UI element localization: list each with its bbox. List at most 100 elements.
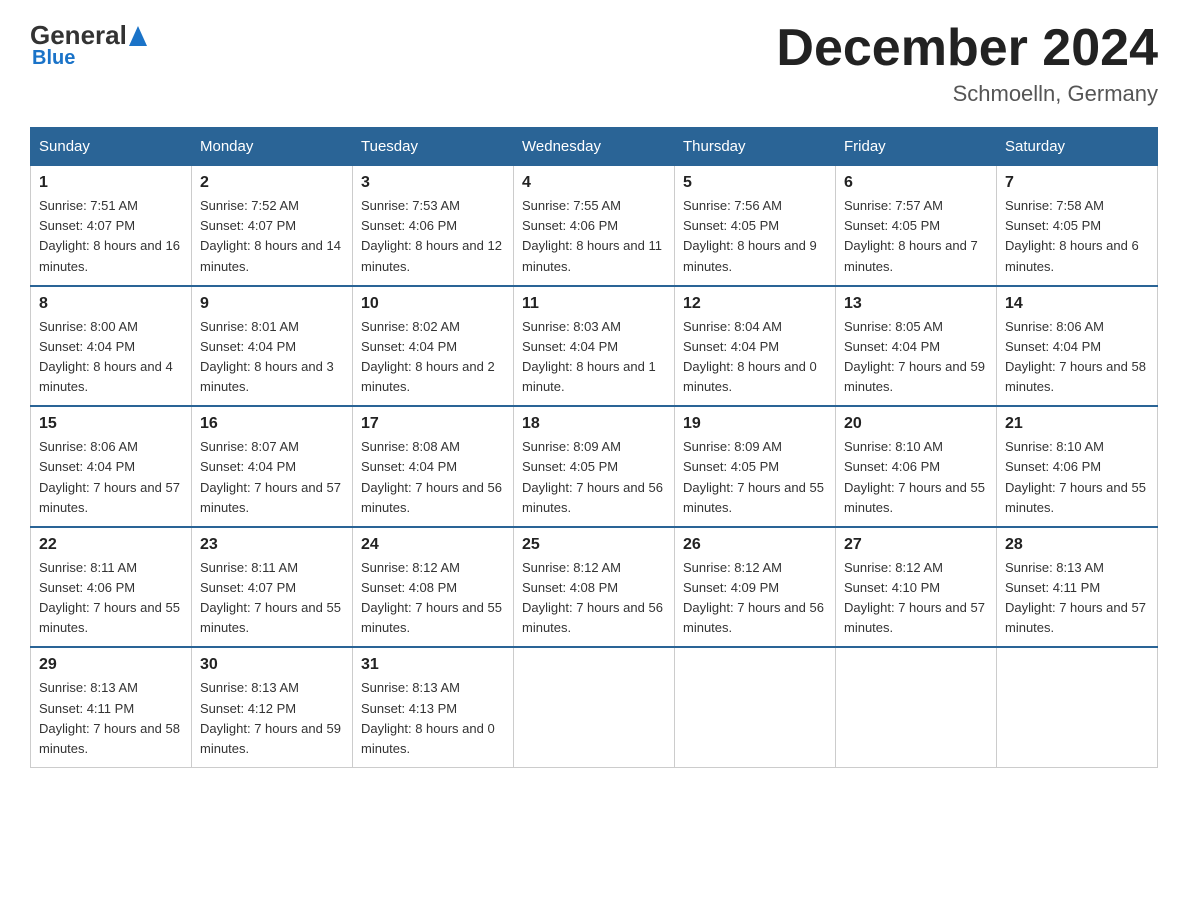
calendar-cell: 18 Sunrise: 8:09 AMSunset: 4:05 PMDaylig…: [514, 406, 675, 527]
calendar-cell: 6 Sunrise: 7:57 AMSunset: 4:05 PMDayligh…: [836, 166, 997, 286]
calendar-cell: 4 Sunrise: 7:55 AMSunset: 4:06 PMDayligh…: [514, 166, 675, 286]
location-title: Schmoelln, Germany: [776, 81, 1158, 107]
calendar-week-row: 8 Sunrise: 8:00 AMSunset: 4:04 PMDayligh…: [31, 286, 1158, 407]
logo: General Blue: [30, 20, 149, 70]
day-number: 27: [844, 536, 988, 554]
day-info: Sunrise: 8:07 AMSunset: 4:04 PMDaylight:…: [200, 439, 341, 514]
day-info: Sunrise: 8:00 AMSunset: 4:04 PMDaylight:…: [39, 319, 173, 394]
day-number: 1: [39, 174, 183, 192]
title-area: December 2024 Schmoelln, Germany: [776, 20, 1158, 107]
calendar-week-row: 1 Sunrise: 7:51 AMSunset: 4:07 PMDayligh…: [31, 166, 1158, 286]
calendar-cell: [836, 647, 997, 767]
calendar-cell: 14 Sunrise: 8:06 AMSunset: 4:04 PMDaylig…: [997, 286, 1158, 407]
day-number: 14: [1005, 295, 1149, 313]
day-number: 7: [1005, 174, 1149, 192]
calendar-cell: 28 Sunrise: 8:13 AMSunset: 4:11 PMDaylig…: [997, 527, 1158, 648]
day-number: 17: [361, 415, 505, 433]
day-info: Sunrise: 8:09 AMSunset: 4:05 PMDaylight:…: [522, 439, 663, 514]
calendar-cell: 11 Sunrise: 8:03 AMSunset: 4:04 PMDaylig…: [514, 286, 675, 407]
day-number: 6: [844, 174, 988, 192]
day-number: 9: [200, 295, 344, 313]
calendar-cell: 17 Sunrise: 8:08 AMSunset: 4:04 PMDaylig…: [353, 406, 514, 527]
day-info: Sunrise: 8:13 AMSunset: 4:11 PMDaylight:…: [39, 680, 180, 755]
calendar-week-row: 29 Sunrise: 8:13 AMSunset: 4:11 PMDaylig…: [31, 647, 1158, 767]
calendar-cell: 16 Sunrise: 8:07 AMSunset: 4:04 PMDaylig…: [192, 406, 353, 527]
day-info: Sunrise: 8:12 AMSunset: 4:08 PMDaylight:…: [361, 560, 502, 635]
day-info: Sunrise: 7:58 AMSunset: 4:05 PMDaylight:…: [1005, 198, 1139, 273]
day-info: Sunrise: 7:53 AMSunset: 4:06 PMDaylight:…: [361, 198, 502, 273]
calendar-cell: 27 Sunrise: 8:12 AMSunset: 4:10 PMDaylig…: [836, 527, 997, 648]
day-info: Sunrise: 8:09 AMSunset: 4:05 PMDaylight:…: [683, 439, 824, 514]
day-info: Sunrise: 8:10 AMSunset: 4:06 PMDaylight:…: [844, 439, 985, 514]
calendar-cell: [997, 647, 1158, 767]
calendar-cell: 25 Sunrise: 8:12 AMSunset: 4:08 PMDaylig…: [514, 527, 675, 648]
calendar-cell: 8 Sunrise: 8:00 AMSunset: 4:04 PMDayligh…: [31, 286, 192, 407]
day-number: 28: [1005, 536, 1149, 554]
calendar-cell: 1 Sunrise: 7:51 AMSunset: 4:07 PMDayligh…: [31, 166, 192, 286]
day-info: Sunrise: 8:11 AMSunset: 4:06 PMDaylight:…: [39, 560, 180, 635]
calendar-cell: 20 Sunrise: 8:10 AMSunset: 4:06 PMDaylig…: [836, 406, 997, 527]
day-info: Sunrise: 8:12 AMSunset: 4:10 PMDaylight:…: [844, 560, 985, 635]
day-number: 24: [361, 536, 505, 554]
day-number: 20: [844, 415, 988, 433]
page-header: General Blue December 2024 Schmoelln, Ge…: [30, 20, 1158, 107]
day-number: 21: [1005, 415, 1149, 433]
day-info: Sunrise: 8:13 AMSunset: 4:13 PMDaylight:…: [361, 680, 495, 755]
day-number: 5: [683, 174, 827, 192]
logo-triangle-icon: [129, 26, 147, 46]
logo-blue: Blue: [32, 47, 75, 70]
calendar-cell: 21 Sunrise: 8:10 AMSunset: 4:06 PMDaylig…: [997, 406, 1158, 527]
day-number: 2: [200, 174, 344, 192]
calendar-cell: 26 Sunrise: 8:12 AMSunset: 4:09 PMDaylig…: [675, 527, 836, 648]
day-number: 22: [39, 536, 183, 554]
calendar-cell: 9 Sunrise: 8:01 AMSunset: 4:04 PMDayligh…: [192, 286, 353, 407]
calendar-cell: 2 Sunrise: 7:52 AMSunset: 4:07 PMDayligh…: [192, 166, 353, 286]
day-number: 10: [361, 295, 505, 313]
day-info: Sunrise: 8:08 AMSunset: 4:04 PMDaylight:…: [361, 439, 502, 514]
calendar-cell: 29 Sunrise: 8:13 AMSunset: 4:11 PMDaylig…: [31, 647, 192, 767]
calendar-cell: 3 Sunrise: 7:53 AMSunset: 4:06 PMDayligh…: [353, 166, 514, 286]
col-header-friday: Friday: [836, 128, 997, 166]
day-number: 25: [522, 536, 666, 554]
day-number: 11: [522, 295, 666, 313]
calendar-cell: 30 Sunrise: 8:13 AMSunset: 4:12 PMDaylig…: [192, 647, 353, 767]
calendar-header-row: SundayMondayTuesdayWednesdayThursdayFrid…: [31, 128, 1158, 166]
day-info: Sunrise: 7:52 AMSunset: 4:07 PMDaylight:…: [200, 198, 341, 273]
day-number: 3: [361, 174, 505, 192]
col-header-wednesday: Wednesday: [514, 128, 675, 166]
day-info: Sunrise: 8:12 AMSunset: 4:08 PMDaylight:…: [522, 560, 663, 635]
calendar-week-row: 22 Sunrise: 8:11 AMSunset: 4:06 PMDaylig…: [31, 527, 1158, 648]
day-number: 4: [522, 174, 666, 192]
calendar-cell: 5 Sunrise: 7:56 AMSunset: 4:05 PMDayligh…: [675, 166, 836, 286]
day-info: Sunrise: 7:57 AMSunset: 4:05 PMDaylight:…: [844, 198, 978, 273]
calendar-week-row: 15 Sunrise: 8:06 AMSunset: 4:04 PMDaylig…: [31, 406, 1158, 527]
col-header-monday: Monday: [192, 128, 353, 166]
calendar-cell: 24 Sunrise: 8:12 AMSunset: 4:08 PMDaylig…: [353, 527, 514, 648]
day-info: Sunrise: 7:56 AMSunset: 4:05 PMDaylight:…: [683, 198, 817, 273]
calendar-cell: [514, 647, 675, 767]
col-header-saturday: Saturday: [997, 128, 1158, 166]
calendar-cell: 19 Sunrise: 8:09 AMSunset: 4:05 PMDaylig…: [675, 406, 836, 527]
day-number: 8: [39, 295, 183, 313]
calendar-cell: 7 Sunrise: 7:58 AMSunset: 4:05 PMDayligh…: [997, 166, 1158, 286]
calendar-cell: 15 Sunrise: 8:06 AMSunset: 4:04 PMDaylig…: [31, 406, 192, 527]
day-info: Sunrise: 8:01 AMSunset: 4:04 PMDaylight:…: [200, 319, 334, 394]
day-number: 12: [683, 295, 827, 313]
day-info: Sunrise: 8:06 AMSunset: 4:04 PMDaylight:…: [39, 439, 180, 514]
day-info: Sunrise: 8:12 AMSunset: 4:09 PMDaylight:…: [683, 560, 824, 635]
col-header-thursday: Thursday: [675, 128, 836, 166]
calendar-table: SundayMondayTuesdayWednesdayThursdayFrid…: [30, 127, 1158, 768]
day-number: 16: [200, 415, 344, 433]
day-number: 23: [200, 536, 344, 554]
day-info: Sunrise: 8:10 AMSunset: 4:06 PMDaylight:…: [1005, 439, 1146, 514]
day-info: Sunrise: 7:51 AMSunset: 4:07 PMDaylight:…: [39, 198, 180, 273]
day-info: Sunrise: 8:13 AMSunset: 4:11 PMDaylight:…: [1005, 560, 1146, 635]
col-header-sunday: Sunday: [31, 128, 192, 166]
calendar-cell: 31 Sunrise: 8:13 AMSunset: 4:13 PMDaylig…: [353, 647, 514, 767]
day-info: Sunrise: 8:06 AMSunset: 4:04 PMDaylight:…: [1005, 319, 1146, 394]
day-number: 19: [683, 415, 827, 433]
month-title: December 2024: [776, 20, 1158, 77]
calendar-cell: [675, 647, 836, 767]
calendar-cell: 22 Sunrise: 8:11 AMSunset: 4:06 PMDaylig…: [31, 527, 192, 648]
day-number: 13: [844, 295, 988, 313]
